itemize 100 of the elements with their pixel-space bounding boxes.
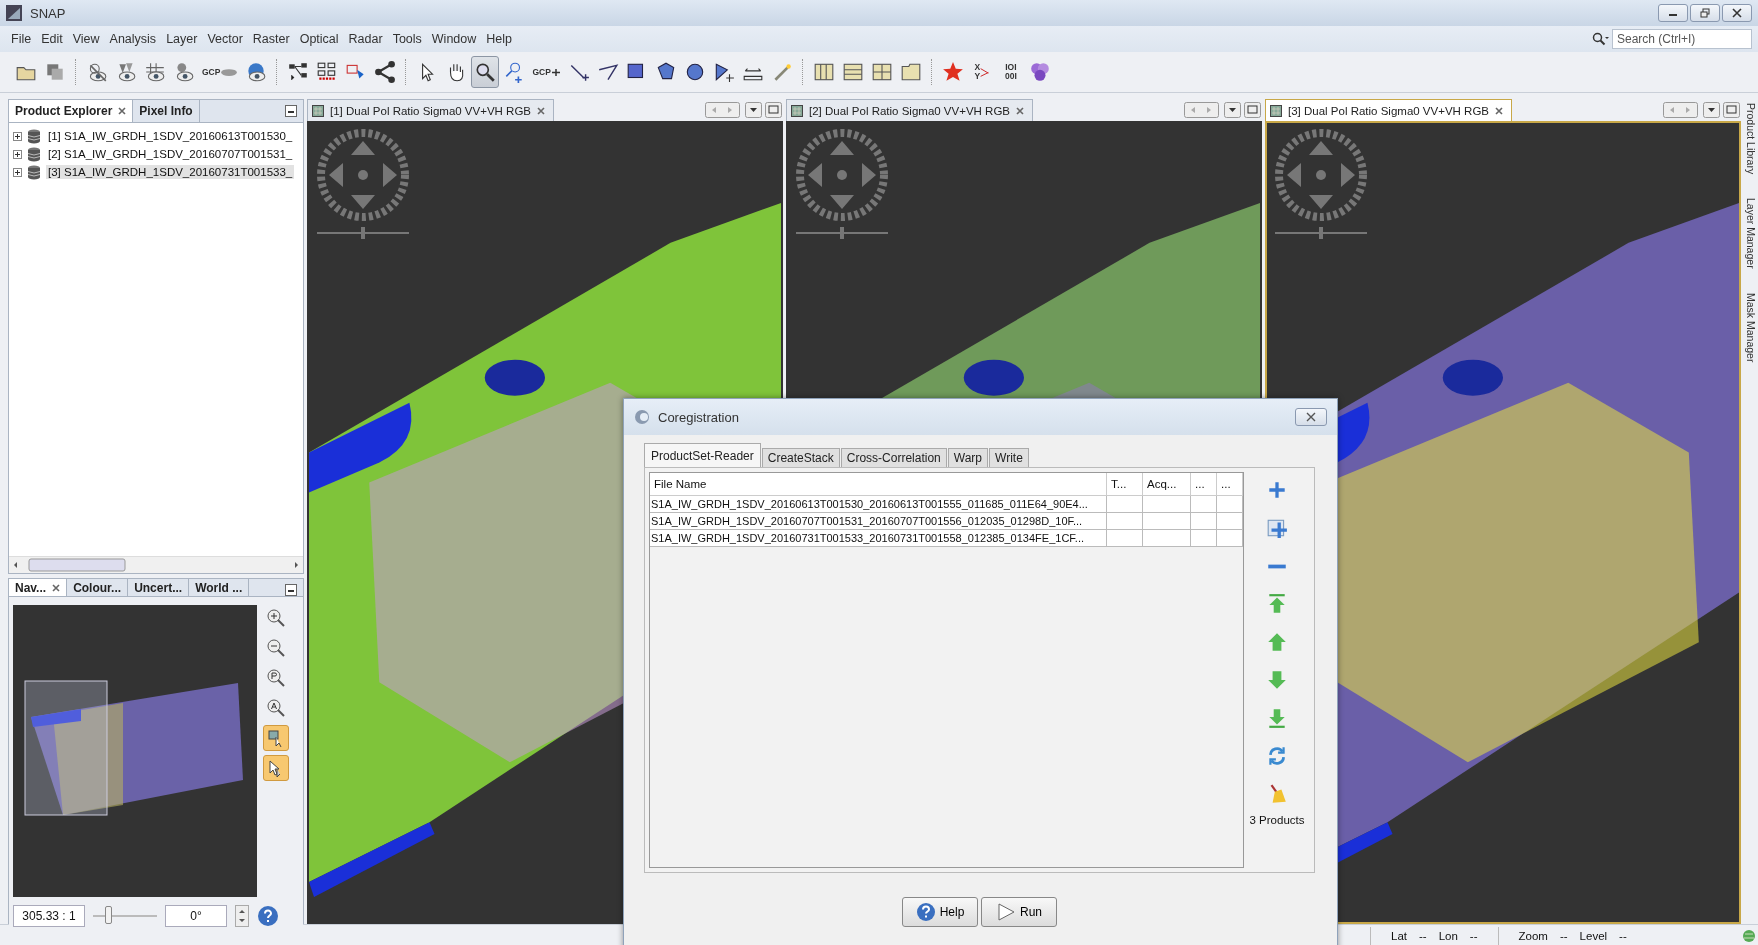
minimize-icon[interactable] (285, 105, 297, 117)
expand-icon[interactable] (13, 167, 22, 177)
search-icon[interactable] (1592, 32, 1610, 46)
globe-icon (1742, 929, 1756, 943)
side-tab[interactable]: Layer Manager (1744, 198, 1758, 269)
view-controls-icon[interactable] (1184, 102, 1262, 118)
menu-item[interactable]: View (67, 32, 105, 46)
table-cell (1191, 496, 1217, 513)
image-icon (791, 104, 803, 117)
share-nodes-icon (374, 61, 397, 83)
rows-icon (841, 61, 864, 83)
grid-eye-icon (144, 61, 166, 83)
search-field[interactable]: Search (Ctrl+I) (1612, 29, 1752, 49)
document-tab[interactable]: [3] Dual Pol Ratio Sigma0 VV+VH RGB (1265, 99, 1513, 121)
table-cell (1143, 530, 1191, 547)
view-controls-icon[interactable] (705, 102, 783, 118)
table-cell (1107, 496, 1143, 513)
zoom-out-icon (266, 638, 286, 658)
menu-item[interactable]: Analysis (104, 32, 162, 46)
minimize-button[interactable] (1658, 4, 1688, 22)
run-button[interactable]: Run (981, 897, 1057, 927)
side-tab[interactable]: Mask Manager (1744, 292, 1758, 363)
pan-control-icon[interactable] (1273, 127, 1369, 223)
panel-tab[interactable]: Nav... (9, 579, 68, 596)
plus-tool-button[interactable]: GCP (529, 56, 564, 88)
magnifier-tool-button[interactable] (471, 56, 500, 88)
expand-icon[interactable] (13, 149, 22, 159)
menu-item[interactable]: File (6, 32, 37, 46)
table-cell: S1A_IW_GRDH_1SDV_20160613T001530_20160613T001555_011685_011E64_90E4... (650, 496, 1107, 513)
product-item[interactable]: [2] S1A_IW_GRDH_1SDV_20160707T001531_ (46, 147, 295, 161)
angle-field[interactable]: 0° (165, 905, 227, 927)
document-tab[interactable]: [2] Dual Pol Ratio Sigma0 VV+VH RGB (786, 99, 1034, 121)
app-logo-icon (634, 409, 650, 425)
close-button[interactable] (1722, 4, 1752, 22)
close-button[interactable] (1295, 408, 1327, 426)
side-tab[interactable]: Product Library (1744, 103, 1758, 175)
dialog-tab[interactable]: Warp (947, 448, 989, 467)
dialog-title: Coregistration (658, 409, 739, 425)
close-icon[interactable] (1495, 106, 1504, 115)
arrow-up-icon (1266, 631, 1288, 653)
table-cell (1143, 496, 1191, 513)
menu-item[interactable]: Window (426, 32, 482, 46)
column-header[interactable]: ... (1217, 473, 1243, 496)
product-item[interactable]: [1] S1A_IW_GRDH_1SDV_20160613T001530_ (46, 129, 295, 143)
menu-item[interactable]: Optical (294, 32, 344, 46)
menu-item[interactable]: Raster (247, 32, 295, 46)
spinner-icon[interactable] (235, 905, 249, 927)
column-header[interactable]: File Name (650, 473, 1107, 496)
zoom-in-icon (266, 608, 286, 628)
dialog-tab[interactable]: CreateStack (761, 448, 840, 467)
status-value: -- (1469, 930, 1478, 942)
help-button[interactable]: Help (902, 897, 978, 927)
close-icon[interactable] (118, 107, 127, 115)
dialog-tab[interactable]: ProductSet-Reader (644, 443, 761, 467)
arrow-down-icon (1266, 669, 1288, 691)
column-header[interactable]: ... (1191, 473, 1217, 496)
horizontal-scrollbar[interactable] (9, 556, 303, 573)
menu-item[interactable]: Layer (161, 32, 203, 46)
gcp-eye-tool-button[interactable]: GCP (199, 56, 242, 88)
pan-control-icon[interactable] (794, 127, 890, 223)
dialog-tab[interactable]: Cross-Correlation (840, 448, 947, 467)
menu-item[interactable]: Tools (387, 32, 427, 46)
minimize-icon[interactable] (285, 584, 297, 596)
menu-item[interactable]: Help (481, 32, 517, 46)
zoom-slider-icon[interactable] (796, 227, 888, 239)
document-tab[interactable]: [1] Dual Pol Ratio Sigma0 VV+VH RGB (307, 99, 555, 121)
column-header[interactable]: Acq... (1143, 473, 1191, 496)
window-title: SNAP (30, 5, 66, 21)
gcp-eye-icon (220, 67, 239, 77)
column-header[interactable]: T... (1107, 473, 1143, 496)
menu-item[interactable]: Radar (343, 32, 388, 46)
zoom-slider-icon[interactable] (1275, 227, 1367, 239)
app-logo-icon (6, 5, 22, 21)
stacked-squares-icon (44, 61, 66, 83)
product-item[interactable]: [3] S1A_IW_GRDH_1SDV_20160731T001533_ (46, 165, 295, 179)
database-icon (26, 164, 42, 180)
sync-views-button[interactable] (263, 725, 289, 751)
zoom-slider-icon[interactable] (317, 227, 409, 239)
pan-control-icon[interactable] (315, 127, 411, 223)
axes-tool-button[interactable]: X Y (967, 56, 996, 88)
close-icon[interactable] (537, 106, 546, 115)
slider-thumb[interactable] (105, 906, 112, 924)
menu-item[interactable]: Edit (36, 32, 68, 46)
panel-tab[interactable]: Product Explorer (9, 100, 134, 122)
image-icon (1270, 104, 1282, 117)
expand-icon[interactable] (13, 131, 22, 141)
help-icon[interactable] (257, 905, 279, 927)
sync-cursor-button[interactable] (263, 755, 289, 781)
lake (963, 359, 1024, 396)
lake (484, 359, 545, 396)
scale-field[interactable]: 305.33 : 1 (13, 905, 85, 927)
view-controls-icon[interactable] (1663, 102, 1741, 118)
status-label: Lon (1438, 930, 1458, 942)
columns-icon (812, 61, 835, 83)
text-tool-button[interactable]: IOI 00I (996, 56, 1025, 88)
minus-icon (1266, 563, 1288, 569)
dialog-tab[interactable]: Write (989, 448, 1029, 467)
close-icon[interactable] (52, 583, 61, 592)
close-icon[interactable] (1016, 106, 1025, 115)
menu-item[interactable]: Vector (202, 32, 248, 46)
